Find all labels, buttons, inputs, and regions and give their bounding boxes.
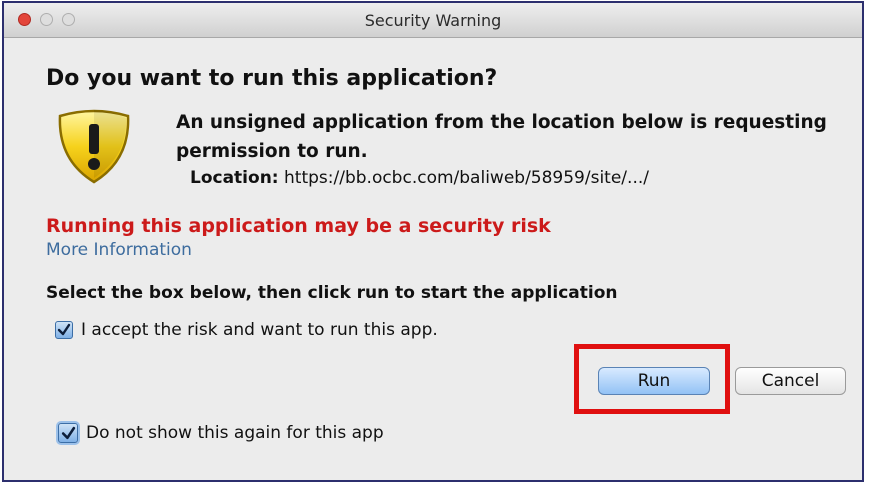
accept-risk-checkbox-row[interactable]: I accept the risk and want to run this a… [55, 320, 438, 340]
accept-risk-label: I accept the risk and want to run this a… [81, 320, 438, 340]
dont-show-again-checkbox-row[interactable]: Do not show this again for this app [58, 423, 384, 443]
location-label: Location: [190, 168, 279, 188]
checkmark-icon [61, 426, 75, 439]
shield-warning-icon [58, 109, 130, 184]
dont-show-again-checkbox[interactable] [58, 423, 78, 443]
title-bar: Security Warning [4, 3, 862, 38]
more-information-link[interactable]: More Information [46, 240, 192, 260]
run-button[interactable]: Run [598, 367, 710, 395]
accept-risk-checkbox[interactable] [55, 321, 73, 339]
dont-show-again-label: Do not show this again for this app [86, 423, 384, 443]
risk-warning-text: Running this application may be a securi… [46, 215, 551, 237]
cancel-button[interactable]: Cancel [735, 367, 846, 395]
instruction-text: Select the box below, then click run to … [46, 283, 618, 303]
dialog-heading: Do you want to run this application? [46, 66, 498, 91]
checkmark-icon [57, 323, 71, 336]
location-line: Location: https://bb.ocbc.com/baliweb/58… [190, 168, 649, 188]
location-value: https://bb.ocbc.com/baliweb/58959/site/.… [284, 168, 649, 188]
dialog-message: An unsigned application from the locatio… [176, 112, 827, 162]
window-title: Security Warning [364, 11, 502, 30]
